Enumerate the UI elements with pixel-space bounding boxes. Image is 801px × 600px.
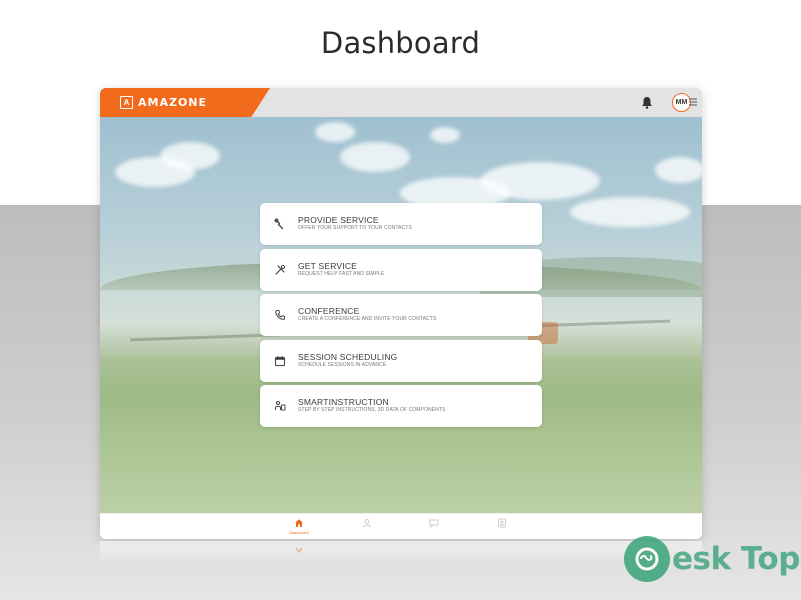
card-subtitle: REQUEST HELP FAST AND SIMPLE — [298, 270, 385, 277]
bell-icon[interactable] — [641, 96, 653, 109]
phone-icon — [275, 310, 285, 321]
app-window: A AMAZONE MM PROVIDE SERVICE OFFER YOUR … — [100, 88, 702, 539]
calendar-icon — [274, 355, 286, 366]
card-subtitle: OFFER YOUR SUPPORT TO YOUR CONTACTS — [298, 225, 412, 231]
tools-icon — [275, 264, 286, 275]
card-subtitle: SCHEDULE SESSIONS IN ADVANCE — [298, 361, 387, 368]
nav-contacts[interactable] — [482, 518, 522, 530]
nav-chat[interactable] — [414, 518, 454, 530]
conference-button[interactable]: CONFERENCE CREATE A CONFERENCE AND INVIT… — [260, 294, 542, 337]
nav-label: Dashboard — [289, 530, 309, 535]
card-title: CONFERENCE — [298, 306, 360, 317]
page-title: Dashboard — [320, 26, 481, 60]
watermark: esk Top — [624, 533, 800, 585]
session-scheduling-button[interactable]: SESSION SCHEDULING SCHEDULE SESSIONS IN … — [260, 339, 542, 382]
brand-mark-icon: A — [120, 96, 133, 109]
card-subtitle: CREATE A CONFERENCE AND INVITE YOUR CONT… — [298, 316, 437, 323]
chevron-down-icon — [295, 547, 303, 554]
wrench-icon — [274, 218, 284, 230]
chat-icon — [429, 519, 439, 528]
watermark-logo-icon — [624, 536, 670, 582]
home-icon — [295, 519, 303, 527]
brand-logo[interactable]: A AMAZONE — [100, 88, 270, 117]
service-icon — [363, 519, 371, 528]
smartinstruction-button[interactable]: SMARTINSTRUCTION STEP BY STEP INSTRUCTIO… — [260, 385, 542, 428]
menu-icon[interactable] — [689, 98, 697, 106]
card-title: SESSION SCHEDULING — [298, 351, 398, 362]
card-subtitle: STEP BY STEP INSTRUCTIONS, 3D DATA OF CO… — [298, 407, 446, 414]
nav-service[interactable] — [347, 518, 387, 530]
card-title: PROVIDE SERVICE — [298, 215, 379, 225]
brand-name: AMAZONE — [138, 96, 208, 109]
device-reflection — [100, 541, 702, 563]
bottom-navigation: Dashboard — [100, 513, 702, 539]
card-title: SMARTINSTRUCTION — [298, 397, 389, 408]
service-menu: PROVIDE SERVICE OFFER YOUR SUPPORT TO YO… — [260, 203, 542, 431]
watermark-text: esk Top — [672, 541, 800, 577]
contacts-icon — [498, 518, 506, 528]
app-header: A AMAZONE MM — [100, 88, 702, 117]
card-title: GET SERVICE — [298, 260, 358, 271]
nav-dashboard[interactable]: Dashboard — [279, 518, 319, 535]
instruction-icon — [275, 401, 286, 411]
provide-service-button[interactable]: PROVIDE SERVICE OFFER YOUR SUPPORT TO YO… — [260, 203, 542, 245]
get-service-button[interactable]: GET SERVICE REQUEST HELP FAST AND SIMPLE — [260, 248, 542, 291]
